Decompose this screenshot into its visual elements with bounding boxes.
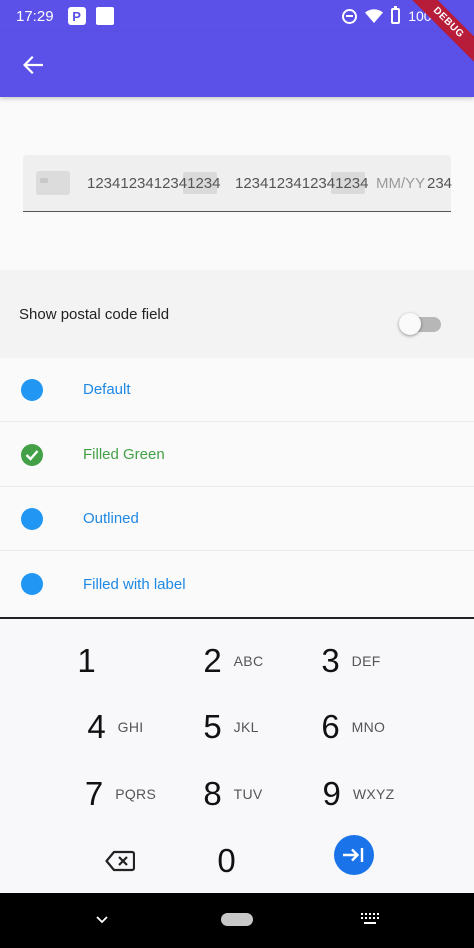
style-option-outlined[interactable]: Outlined: [0, 487, 474, 551]
home-pill-icon[interactable]: [221, 913, 253, 926]
key-7[interactable]: 7 PQRS: [62, 764, 179, 824]
battery-icon: [391, 6, 401, 24]
do-not-disturb-icon: [342, 8, 358, 24]
status-bar: 17:29 P 100%: [0, 0, 474, 32]
system-nav-bar: [0, 893, 474, 948]
p-app-icon: P: [67, 7, 86, 25]
key-digit: 1: [77, 642, 96, 679]
backspace-icon: [104, 850, 135, 872]
card-number-part: 123412341234: [235, 175, 336, 192]
key-letters: TUV: [233, 786, 263, 802]
chevron-down-icon[interactable]: [95, 915, 109, 925]
key-digit: 7: [84, 775, 104, 812]
key-digit: 2: [203, 642, 222, 679]
key-9[interactable]: 9 WXYZ: [300, 764, 417, 824]
key-digit: 9: [322, 775, 341, 812]
key-letters: ABC: [233, 653, 264, 669]
style-option-filled-green[interactable]: Filled Green: [0, 423, 474, 487]
app-bar: [0, 32, 474, 97]
key-letters: DEF: [351, 653, 381, 669]
key-digit: 3: [321, 642, 340, 679]
expiry-placeholder[interactable]: MM/YY: [376, 155, 425, 212]
back-button[interactable]: [22, 54, 44, 76]
style-option-label: Outlined: [83, 510, 139, 527]
key-0[interactable]: 0: [168, 831, 285, 891]
postal-code-row: Show postal code field: [0, 270, 474, 358]
toggle-thumb: [399, 313, 421, 335]
key-2[interactable]: 2 ABC: [178, 631, 295, 691]
style-option-filled-with-label[interactable]: Filled with label: [0, 552, 474, 616]
key-digit: 0: [217, 842, 236, 879]
numeric-keyboard: 1 2 ABC 3 DEF 4 GHI 5 JKL 6 MNO 7 PQRS 8…: [0, 617, 474, 893]
postal-code-label: Show postal code field: [19, 305, 170, 323]
card-number-part: 1234: [335, 175, 369, 192]
radio-dot-icon: [21, 573, 43, 595]
cvc-segment[interactable]: 234: [427, 155, 452, 212]
wifi-icon: [365, 9, 384, 23]
key-8[interactable]: 8 TUV: [178, 764, 295, 824]
key-letters: WXYZ: [352, 786, 395, 802]
key-digit: 6: [321, 708, 340, 745]
key-5[interactable]: 5 JKL: [178, 697, 295, 757]
style-option-label: Default: [83, 381, 131, 398]
arrow-to-line-right-icon: [343, 848, 364, 862]
keyboard-icon[interactable]: [360, 912, 380, 926]
status-time: 17:29: [16, 7, 54, 25]
style-option-label: Filled Green: [83, 446, 165, 463]
card-number-part: 123412341234: [87, 175, 188, 192]
key-3[interactable]: 3 DEF: [296, 631, 413, 691]
key-digit: 8: [203, 775, 222, 812]
key-digit: 5: [203, 708, 222, 745]
card-number-segment: 123412341234 1234: [235, 155, 368, 212]
radio-dot-icon: [21, 507, 43, 530]
notification-square-icon: [95, 7, 114, 25]
enter-next-button[interactable]: [334, 835, 374, 875]
credit-card-icon: [36, 171, 70, 195]
key-4[interactable]: 4 GHI: [62, 697, 179, 757]
key-letters: MNO: [351, 719, 386, 735]
key-1[interactable]: 1: [52, 631, 169, 691]
card-number-segment: 123412341234 1234: [87, 155, 220, 212]
key-letters: PQRS: [115, 786, 157, 802]
check-circle-icon: [21, 443, 43, 466]
arrow-left-icon: [23, 55, 43, 74]
key-letters: JKL: [233, 719, 259, 735]
key-letters: GHI: [117, 719, 144, 735]
key-digit: 4: [87, 708, 106, 745]
radio-dot-icon: [21, 378, 43, 401]
key-6[interactable]: 6 MNO: [296, 697, 413, 757]
check-icon: [25, 449, 39, 461]
style-option-default[interactable]: Default: [0, 358, 474, 422]
card-number-part: 1234: [187, 175, 221, 192]
backspace-key[interactable]: [61, 831, 178, 891]
postal-code-toggle[interactable]: [399, 313, 441, 335]
style-option-label: Filled with label: [83, 575, 186, 593]
